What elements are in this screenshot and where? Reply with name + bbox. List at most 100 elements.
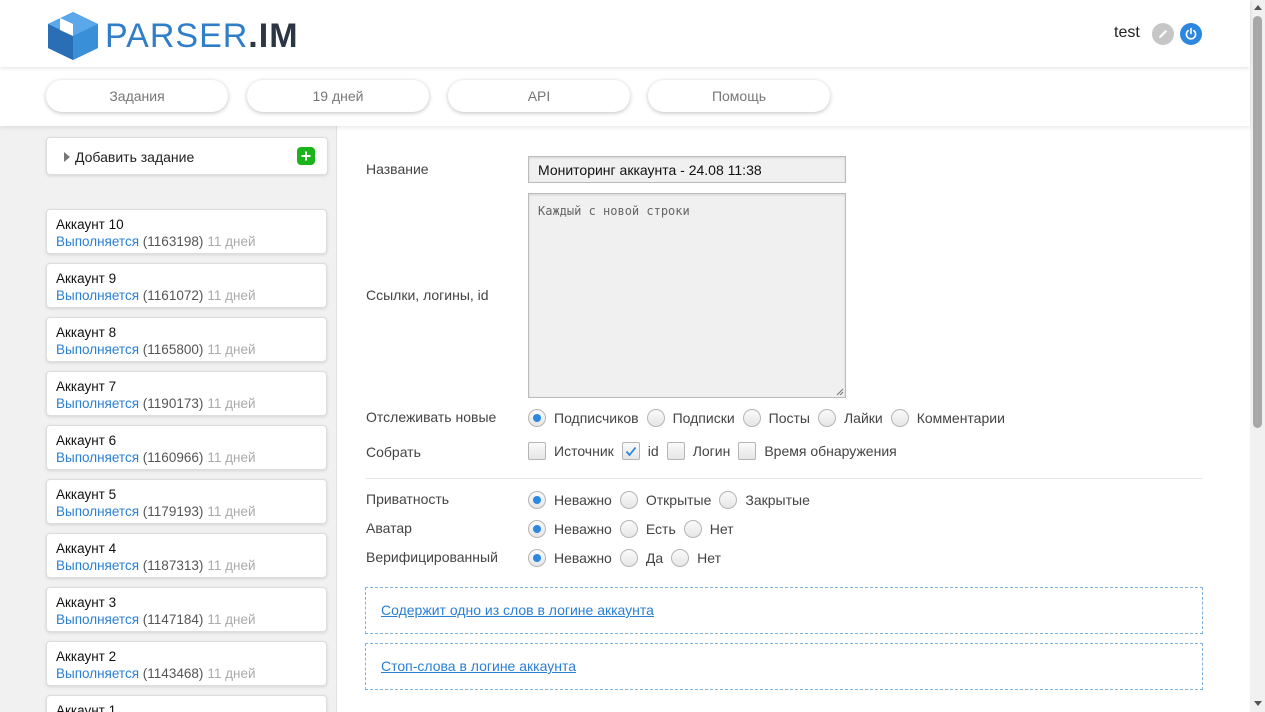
checkmark-icon bbox=[625, 446, 636, 456]
verified-option-no[interactable]: Нет bbox=[671, 549, 721, 567]
pencil-icon bbox=[1159, 30, 1167, 38]
page-scrollbar[interactable] bbox=[1250, 0, 1265, 712]
radio-button[interactable] bbox=[683, 520, 702, 538]
radio-button[interactable] bbox=[528, 549, 546, 567]
logo[interactable]: PARSER.IM bbox=[46, 10, 336, 60]
contains-words-section: Содержит одно из слов в логине аккаунта bbox=[365, 587, 1203, 634]
radio-button[interactable] bbox=[619, 491, 638, 509]
task-status: Выполняется bbox=[56, 234, 140, 249]
radio-button[interactable] bbox=[671, 549, 690, 567]
task-meta: Выполняется (1161072) 11 дней bbox=[56, 288, 256, 303]
radio-button[interactable] bbox=[619, 549, 638, 567]
radio-button[interactable] bbox=[646, 409, 665, 427]
task-days: 11 дней bbox=[207, 288, 256, 303]
username[interactable]: test bbox=[1114, 24, 1140, 42]
task-meta: Выполняется (1143468) 11 дней bbox=[56, 666, 256, 681]
task-name: Аккаунт 2 bbox=[56, 649, 117, 664]
edit-profile-button[interactable] bbox=[1152, 23, 1174, 45]
task-meta: Выполняется (1179193) 11 дней bbox=[56, 504, 256, 519]
task-item[interactable]: Аккаунт 9 Выполняется (1161072) 11 дней bbox=[46, 263, 327, 308]
verified-option-yes[interactable]: Да bbox=[619, 549, 664, 567]
tab-api[interactable]: API bbox=[448, 80, 630, 112]
option-label: Нет bbox=[697, 550, 721, 566]
task-item[interactable]: Аккаунт 6 Выполняется (1160966) 11 дней bbox=[46, 425, 327, 470]
verified-option-any[interactable]: Неважно bbox=[528, 549, 612, 567]
sidebar: Добавить задание Аккаунт 10 Выполняется … bbox=[0, 126, 337, 712]
logout-button[interactable] bbox=[1180, 23, 1202, 45]
task-item[interactable]: Аккаунт 7 Выполняется (1190173) 11 дней bbox=[46, 371, 327, 416]
scrollbar-thumb[interactable] bbox=[1253, 16, 1262, 428]
task-item[interactable]: Аккаунт 1 bbox=[46, 695, 327, 712]
track-option-comments[interactable]: Комментарии bbox=[890, 409, 1005, 427]
radio-button[interactable] bbox=[890, 409, 909, 427]
task-name: Аккаунт 5 bbox=[56, 487, 117, 502]
privacy-option-any[interactable]: Неважно bbox=[528, 491, 612, 509]
task-status: Выполняется bbox=[56, 342, 140, 357]
task-days: 11 дней bbox=[207, 612, 256, 627]
task-item[interactable]: Аккаунт 10 Выполняется (1163198) 11 дней bbox=[46, 209, 327, 254]
collect-option-id[interactable]: id bbox=[621, 442, 659, 460]
collect-option-source[interactable]: Источник bbox=[528, 442, 614, 460]
option-label: Открытые bbox=[645, 492, 712, 508]
avatar-option-yes[interactable]: Есть bbox=[619, 520, 676, 538]
option-label: Нет bbox=[709, 521, 734, 537]
add-task-button[interactable] bbox=[297, 147, 315, 165]
task-id: (1179193) bbox=[142, 504, 204, 519]
task-id: (1147184) bbox=[142, 612, 204, 627]
task-name: Аккаунт 6 bbox=[56, 433, 117, 448]
links-textarea[interactable] bbox=[528, 193, 846, 398]
radio-button[interactable] bbox=[528, 520, 546, 538]
tab-help[interactable]: Помощь bbox=[648, 80, 830, 112]
task-meta: Выполняется (1187313) 11 дней bbox=[56, 558, 256, 573]
task-item[interactable]: Аккаунт 2 Выполняется (1143468) 11 дней bbox=[46, 641, 327, 686]
task-id: (1161072) bbox=[142, 288, 204, 303]
privacy-option-closed[interactable]: Закрытые bbox=[719, 491, 810, 509]
task-status: Выполняется bbox=[56, 396, 140, 411]
radio-button[interactable] bbox=[817, 409, 836, 427]
option-label: Да bbox=[645, 550, 664, 566]
add-task-label[interactable]: Добавить задание bbox=[75, 149, 194, 165]
radio-button[interactable] bbox=[619, 520, 638, 538]
collect-options: Источник id Логин Время обнаружения bbox=[528, 440, 905, 462]
option-label: Логин bbox=[692, 443, 731, 459]
avatar-option-any[interactable]: Неважно bbox=[528, 520, 612, 538]
add-task-panel[interactable]: Добавить задание bbox=[46, 137, 328, 175]
scroll-up-arrow-icon[interactable] bbox=[1254, 5, 1262, 10]
radio-button[interactable] bbox=[528, 409, 546, 427]
track-option-following[interactable]: Подписки bbox=[646, 409, 735, 427]
plus-icon bbox=[301, 151, 311, 161]
task-id: (1165800) bbox=[142, 342, 204, 357]
checkbox[interactable] bbox=[738, 442, 757, 460]
task-item[interactable]: Аккаунт 4 Выполняется (1187313) 11 дней bbox=[46, 533, 327, 578]
task-days: 11 дней bbox=[207, 558, 256, 573]
privacy-option-open[interactable]: Открытые bbox=[619, 491, 712, 509]
task-item[interactable]: Аккаунт 3 Выполняется (1147184) 11 дней bbox=[46, 587, 327, 632]
checkbox-checked[interactable] bbox=[621, 442, 640, 460]
collect-option-login[interactable]: Логин bbox=[666, 442, 731, 460]
radio-button[interactable] bbox=[719, 491, 738, 509]
task-item[interactable]: Аккаунт 5 Выполняется (1179193) 11 дней bbox=[46, 479, 327, 524]
task-days: 11 дней bbox=[207, 234, 256, 249]
track-option-posts[interactable]: Посты bbox=[742, 409, 810, 427]
task-days: 11 дней bbox=[207, 396, 256, 411]
resize-handle-icon[interactable] bbox=[835, 387, 844, 396]
tab-tasks[interactable]: Задания bbox=[46, 80, 228, 112]
task-item[interactable]: Аккаунт 8 Выполняется (1165800) 11 дней bbox=[46, 317, 327, 362]
option-label: id bbox=[647, 443, 659, 459]
track-option-likes[interactable]: Лайки bbox=[817, 409, 883, 427]
checkbox[interactable] bbox=[666, 442, 685, 460]
scroll-down-arrow-icon[interactable] bbox=[1254, 701, 1262, 706]
radio-button[interactable] bbox=[742, 409, 761, 427]
radio-button[interactable] bbox=[528, 491, 546, 509]
option-label: Источник bbox=[554, 443, 614, 459]
stop-words-link[interactable]: Стоп-слова в логине аккаунта bbox=[381, 658, 576, 674]
task-name-input[interactable] bbox=[528, 156, 846, 183]
avatar-option-no[interactable]: Нет bbox=[683, 520, 734, 538]
contains-words-link[interactable]: Содержит одно из слов в логине аккаунта bbox=[381, 602, 654, 618]
tab-days[interactable]: 19 дней bbox=[247, 80, 429, 112]
track-option-followers[interactable]: Подписчиков bbox=[528, 409, 639, 427]
expand-arrow-icon[interactable] bbox=[64, 152, 70, 162]
collect-option-detect-time[interactable]: Время обнаружения bbox=[738, 442, 897, 460]
checkbox[interactable] bbox=[528, 442, 546, 460]
task-meta: Выполняется (1190173) 11 дней bbox=[56, 396, 256, 411]
